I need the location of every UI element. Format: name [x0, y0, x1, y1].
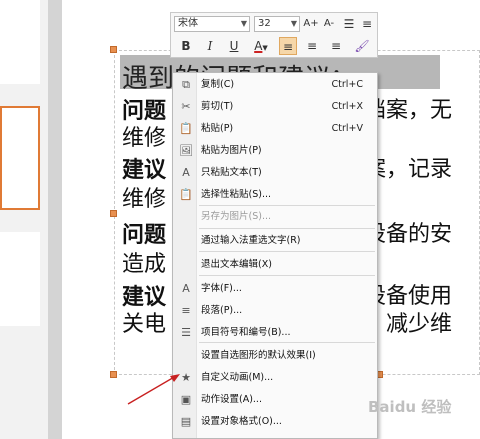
menu-item-label: 设置自选图形的默认效果(I) [201, 350, 316, 361]
menu-item[interactable]: ✂ 剪切(T) Ctrl+X [173, 96, 377, 118]
slide-thumbnail-selected[interactable] [0, 106, 40, 210]
format-object-icon: ▤ [180, 415, 192, 428]
body-line[interactable]: 关电 [122, 312, 166, 338]
paste-icon: 📋 [179, 122, 193, 135]
slide-thumbnail-pane [0, 0, 48, 439]
slide-thumbnail[interactable] [0, 232, 40, 326]
watermark: Baidu 经验 [368, 398, 452, 416]
menu-item-label: 自定义动画(M)... [201, 372, 274, 383]
body-line[interactable]: 维修 [122, 187, 166, 213]
menu-item[interactable]: 通过输入法重选文字(R) [173, 230, 377, 252]
paste-image-icon: 🖼 [179, 144, 193, 157]
body-line[interactable]: 维修 [122, 126, 166, 152]
menu-item-shortcut: Ctrl+X [331, 101, 363, 112]
menu-separator [199, 342, 375, 343]
menu-item[interactable]: ≡ 段落(P)... [173, 300, 377, 322]
paste-special-icon: 📋 [179, 188, 193, 201]
copy-icon: ⧉ [182, 78, 190, 91]
menu-separator [199, 275, 375, 276]
font-name-value: 宋体 [178, 18, 198, 29]
align-right-button[interactable]: ≡ [327, 37, 345, 55]
menu-item-label: 只粘贴文本(T) [201, 167, 262, 178]
font-size-value: 32 [258, 18, 271, 29]
slide-thumbnail[interactable] [0, 0, 40, 84]
menu-item[interactable]: 📋 选择性粘贴(S)... [173, 184, 377, 206]
menu-item[interactable]: ▤ 设置对象格式(O)... [173, 411, 377, 433]
menu-item[interactable]: 📋 粘贴(P) Ctrl+V [173, 118, 377, 140]
resize-handle[interactable] [110, 210, 117, 217]
menu-item[interactable]: A 只粘贴文本(T) [173, 162, 377, 184]
menu-item[interactable]: 设置自选图形的默认效果(I) [173, 345, 377, 367]
menu-item-label: 退出文本编辑(X) [201, 259, 272, 270]
font-name-select[interactable]: 宋体 ▼ [174, 16, 250, 32]
grow-font-button[interactable]: A+ [303, 16, 319, 32]
resize-handle[interactable] [110, 46, 117, 53]
font-icon: A [182, 282, 190, 295]
format-painter-icon[interactable]: 🖌 [353, 37, 371, 55]
paste-text-icon: A [182, 166, 190, 179]
align-left-button[interactable]: ≡ [279, 37, 297, 55]
list-icon[interactable]: ≡ [359, 16, 375, 32]
menu-item-shortcut: Ctrl+C [331, 79, 364, 90]
menu-item[interactable]: A 字体(F)... [173, 278, 377, 300]
menu-item-shortcut: Ctrl+V [331, 123, 363, 134]
menu-item-label: 段落(P)... [201, 305, 243, 316]
underline-button[interactable]: U [225, 37, 243, 55]
menu-item-label: 选择性粘贴(S)... [201, 189, 272, 200]
cut-icon: ✂ [181, 100, 191, 113]
context-menu: ⧉ 复制(C) Ctrl+C ✂ 剪切(T) Ctrl+X 📋 粘贴(P) Ctrl+V 🖼 粘贴为… [172, 72, 378, 439]
menu-item-label: 设置对象格式(O)... [201, 416, 282, 427]
resize-handle[interactable] [110, 371, 117, 378]
menu-item-label: 粘贴为图片(P) [201, 145, 262, 156]
font-size-select[interactable]: 32 ▼ [254, 16, 300, 32]
body-line[interactable]: 问题 [122, 98, 166, 124]
bullets-icon: ☰ [181, 326, 191, 339]
menu-separator [199, 228, 375, 229]
menu-item-label: 另存为图片(S)... [201, 211, 272, 222]
menu-item-label: 通过输入法重选文字(R) [201, 235, 301, 246]
menu-item-label: 项目符号和编号(B)... [201, 327, 291, 338]
chevron-down-icon: ▼ [290, 19, 297, 28]
menu-separator [199, 205, 375, 206]
annotation-arrow [127, 374, 180, 405]
menu-item-label: 字体(F)... [201, 283, 242, 294]
line-spacing-icon[interactable]: ☰ [341, 16, 357, 32]
body-line[interactable]: 建议 [122, 284, 166, 310]
menu-item: 另存为图片(S)... [173, 206, 377, 228]
body-line[interactable]: 问题 [122, 222, 166, 248]
menu-separator [199, 251, 375, 252]
pane-divider[interactable] [48, 0, 62, 439]
body-line[interactable]: 造成 [122, 252, 166, 278]
menu-item-label: 剪切(T) [201, 101, 234, 112]
body-line[interactable]: 建议 [122, 157, 166, 183]
menu-item[interactable]: ★ 自定义动画(M)... [173, 367, 377, 389]
shrink-font-button[interactable]: A- [321, 16, 337, 32]
align-center-button[interactable]: ≡ [303, 37, 321, 55]
mini-toolbar: 宋体 ▼ 32 ▼ A+ A- ☰ ≡ B I U A▼ ≡ ≡ ≡ 🖌 [170, 12, 378, 58]
bold-button[interactable]: B [177, 37, 195, 55]
menu-item-label: 粘贴(P) [201, 123, 234, 134]
menu-item[interactable]: 🖼 粘贴为图片(P) [173, 140, 377, 162]
menu-item[interactable]: ▣ 动作设置(A)... [173, 389, 377, 411]
chevron-down-icon: ▼ [262, 44, 268, 52]
italic-button[interactable]: I [201, 37, 219, 55]
menu-item[interactable]: 退出文本编辑(X) [173, 254, 377, 276]
menu-item[interactable]: ☰ 项目符号和编号(B)... [173, 322, 377, 344]
font-color-button[interactable]: A▼ [249, 37, 273, 55]
menu-item[interactable]: ⧉ 复制(C) Ctrl+C [173, 74, 377, 96]
chevron-down-icon: ▼ [240, 19, 247, 28]
paragraph-icon: ≡ [181, 304, 191, 317]
menu-item-label: 复制(C) [201, 79, 235, 90]
menu-item-label: 动作设置(A)... [201, 394, 262, 405]
